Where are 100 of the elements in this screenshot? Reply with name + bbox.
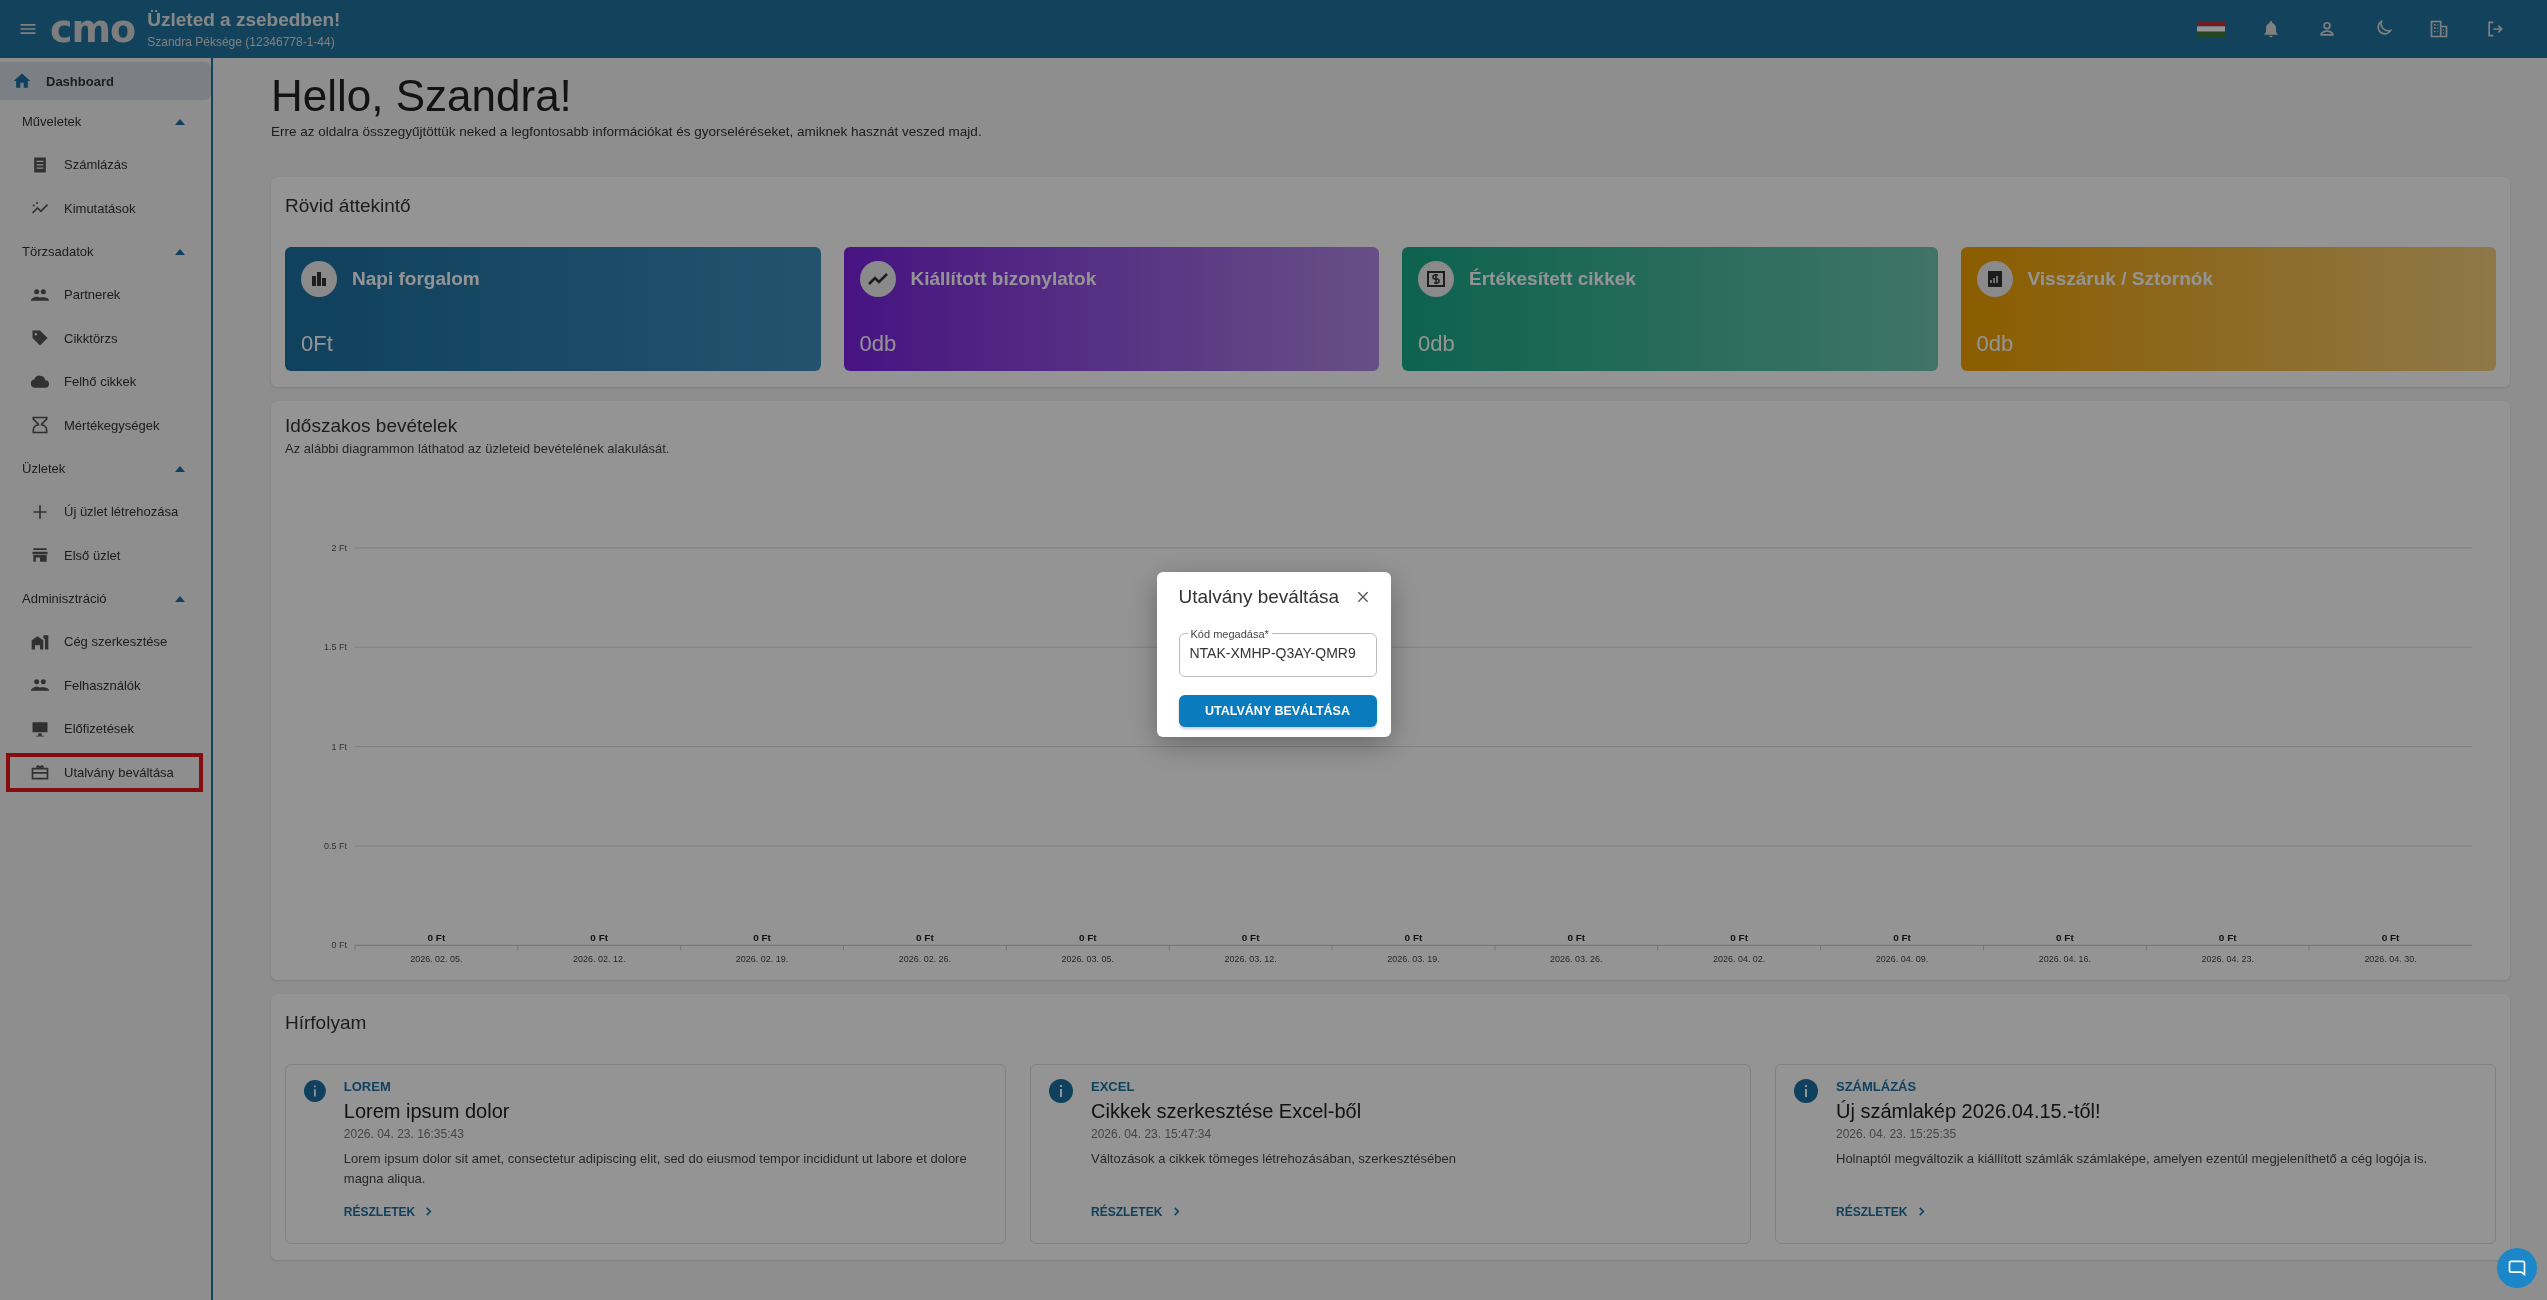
greeting-heading: Hello, Szandra!	[271, 72, 573, 121]
stat-value: 0db	[1418, 331, 1456, 358]
bar-value-label: 0 Ft	[2218, 932, 2237, 944]
details-link[interactable]: RÉSZLETEK	[1091, 1204, 1456, 1219]
bar-value-label: 0 Ft	[916, 932, 934, 944]
sidebar-label: Számlázás	[64, 157, 128, 173]
logout-icon[interactable]	[2485, 19, 2505, 39]
section-header[interactable]: Adminisztráció	[0, 577, 211, 620]
stat-value: 0db	[1976, 331, 2015, 358]
sidebar-item[interactable]: Cég szerkesztése	[0, 620, 211, 664]
sidebar-item[interactable]: Új üzlet létrehozása	[0, 490, 211, 534]
sidebar-item[interactable]: Előfizetések	[0, 707, 211, 751]
redeem-button[interactable]: UTALVÁNY BEVÁLTÁSA	[1178, 694, 1377, 727]
info-icon	[1049, 1078, 1073, 1103]
sidebar-label: Felhasználók	[64, 677, 141, 693]
sidebar-item[interactable]: Kimutatások	[0, 186, 211, 230]
news-date: 2026. 04. 23. 15:25:35	[1836, 1126, 1958, 1141]
stat-label: Visszáruk / Sztornók	[2027, 268, 2213, 291]
x-tick-label: 2026. 02. 26.	[898, 954, 952, 965]
caret-icon	[175, 248, 185, 255]
sidebar-label: Új üzlet létrehozása	[64, 504, 179, 520]
sidebar-item[interactable]: Első üzlet	[0, 533, 211, 577]
y-tick-label: 1.5 Ft	[324, 642, 347, 653]
news-category: SZÁMLÁZÁS	[1836, 1078, 1918, 1094]
logo: cmo	[50, 10, 136, 48]
sidebar-label: Cég szerkesztése	[64, 634, 168, 650]
user-icon[interactable]	[2317, 19, 2337, 39]
news-text: Változások a cikkek tömeges létrehozásában, szerkesztésében	[1091, 1149, 1456, 1168]
news-title: Lorem ipsum dolor	[343, 1099, 511, 1123]
x-tick-label: 2026. 03. 12.	[1224, 954, 1277, 965]
section-header[interactable]: Műveletek	[0, 100, 211, 143]
x-tick-label: 2026. 04. 09.	[1875, 954, 1929, 965]
x-tick-label: 2026. 03. 19.	[1387, 954, 1440, 965]
app-title: Üzleted a zsebedben!	[147, 9, 341, 31]
sidebar-label: Cikktörzs	[64, 330, 118, 346]
x-tick-label: 2026. 02. 05.	[410, 954, 463, 965]
stat-value: 0Ft	[301, 331, 334, 358]
details-link[interactable]: RÉSZLETEK	[343, 1204, 987, 1219]
info-icon	[304, 1078, 326, 1103]
bar-value-label: 0 Ft	[1730, 932, 1749, 944]
stat-value: 0db	[859, 331, 898, 358]
bell-icon[interactable]	[2261, 19, 2281, 39]
news-date: 2026. 04. 23. 16:35:43	[343, 1126, 465, 1141]
sidebar-item[interactable]: Mértékegységek	[0, 403, 211, 447]
y-tick-label: 0.5 Ft	[324, 841, 347, 852]
x-tick-label: 2026. 04. 16.	[2038, 954, 2092, 965]
bar-value-label: 0 Ft	[1241, 932, 1260, 944]
sidebar-item[interactable]: Dashboard	[0, 62, 211, 100]
stat-label: Értékesített cikkek	[1469, 268, 1636, 291]
details-link[interactable]: RÉSZLETEK	[1836, 1204, 2428, 1219]
caret-icon	[175, 465, 185, 472]
bar-value-label: 0 Ft	[753, 932, 771, 944]
bar-value-label: 0 Ft	[1404, 932, 1423, 944]
bar-value-label: 0 Ft	[1078, 932, 1097, 944]
x-tick-label: 2026. 03. 05.	[1061, 954, 1114, 965]
caret-icon	[175, 118, 185, 125]
building-icon[interactable]	[2429, 19, 2449, 39]
sidebar-label: Előfizetések	[64, 721, 135, 737]
caret-icon	[175, 595, 185, 602]
sidebar-label: Partnerek	[64, 287, 121, 303]
stat-label: Kiállított bizonylatok	[910, 268, 1097, 291]
sidebar-item[interactable]: Felhő cikkek	[0, 360, 211, 404]
gift-card-icon	[30, 762, 50, 783]
news-category: LOREM	[343, 1078, 392, 1094]
sidebar-label: Mértékegységek	[64, 417, 160, 433]
news-title: Új számlakép 2026.04.15.-től!	[1836, 1099, 2102, 1123]
section-header[interactable]: Üzletek	[0, 447, 211, 490]
sidebar-item[interactable]: Felhasználók	[0, 663, 211, 707]
greeting-text: Erre az oldalra összegyűjtöttük neked a legfontosabb információkat és gyorseléréseket, amiknek hasznát veszed majd.	[271, 124, 983, 140]
bar-value-label: 0 Ft	[1893, 932, 1911, 944]
x-tick-label: 2026. 04. 02.	[1713, 954, 1766, 965]
sidebar-item[interactable]: Cikktörzs	[0, 316, 211, 360]
document-icon	[1976, 261, 2013, 298]
company-name: Szandra Péksége (12346778-1-44)	[147, 35, 336, 49]
chevron-right-icon	[424, 1206, 434, 1216]
sidebar-item[interactable]: Partnerek	[0, 273, 211, 317]
x-tick-label: 2026. 04. 30.	[2364, 954, 2417, 965]
x-tick-label: 2026. 04. 23.	[2201, 954, 2254, 965]
panel-subtitle: Az alábbi diagrammon láthatod az üzleteid bevételének alakulását.	[285, 441, 671, 457]
news-category: EXCEL	[1091, 1078, 1136, 1094]
code-input-field[interactable]: Kód megadása* NTAK-XMHP-Q3AY-QMR9	[1178, 627, 1377, 677]
panel-title: Hírfolyam	[285, 1011, 368, 1034]
dollar-icon	[1418, 261, 1454, 298]
bar-chart-icon	[301, 261, 337, 298]
section-header[interactable]: Törzsadatok	[0, 230, 211, 273]
sidebar-item[interactable]: Számlázás	[0, 143, 211, 187]
chevron-right-icon	[1916, 1206, 1926, 1216]
sidebar-label: Utalvány beváltása	[64, 764, 174, 780]
bar-value-label: 0 Ft	[427, 932, 446, 944]
flag-icon[interactable]	[2197, 21, 2225, 37]
sidebar-label: Első üzlet	[64, 547, 121, 563]
x-tick-label: 2026. 02. 19.	[735, 954, 789, 965]
sidebar-item[interactable]: Utalvány beváltása	[4, 750, 205, 794]
field-label: Kód megadása*	[1189, 627, 1270, 640]
dialog-title: Utalvány beváltása	[1178, 585, 1340, 608]
chat-button[interactable]	[2497, 1248, 2537, 1288]
news-text: Holnaptól megváltozik a kiállított számlák számlaképe, amelyen ezentúl megjeleníthető a cég logója is.	[1836, 1149, 2428, 1168]
home-icon	[12, 71, 32, 91]
panel-title: Rövid áttekintő	[285, 195, 412, 218]
chevron-right-icon	[1171, 1206, 1181, 1216]
